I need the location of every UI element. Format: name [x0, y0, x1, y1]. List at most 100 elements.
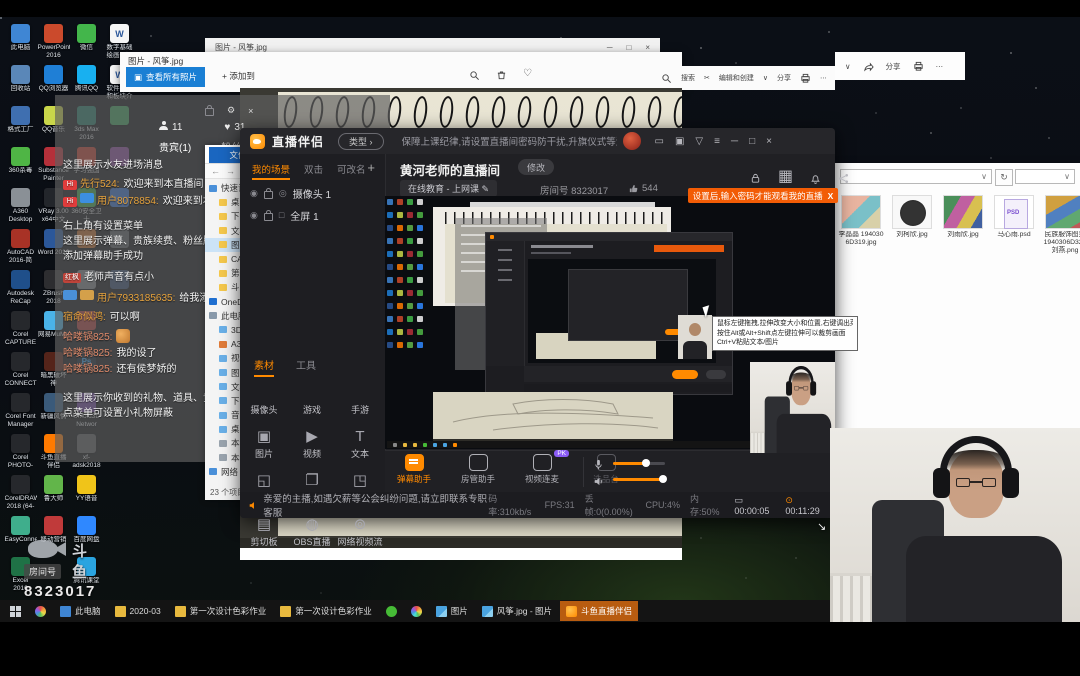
panel-tab[interactable]: 工具: [296, 357, 316, 377]
taskbar-item[interactable]: [380, 601, 403, 621]
scene-tab[interactable]: 可改名: [337, 162, 366, 180]
add-to-button[interactable]: + 添加到: [222, 70, 255, 82]
gear-icon[interactable]: ⚙: [227, 105, 235, 116]
avatar[interactable]: [623, 132, 641, 150]
type-button[interactable]: 类型 ›: [338, 133, 384, 150]
mic-volume-slider[interactable]: [613, 462, 665, 465]
address-bar[interactable]: ∨: [840, 169, 992, 184]
chevron-down-icon[interactable]: ∨: [1064, 172, 1070, 181]
maximize-icon[interactable]: □: [626, 43, 631, 52]
edit-create-button[interactable]: 编辑和创建: [719, 73, 754, 83]
view-all-photos-button[interactable]: ▣查看所有照片: [126, 67, 205, 87]
share-icon[interactable]: [838, 171, 849, 182]
share-arrow-icon[interactable]: [863, 61, 874, 72]
desktop-icon[interactable]: 鲁大师: [37, 475, 70, 516]
desktop-icon[interactable]: CorelDRAW 2018 (64-: [4, 475, 37, 516]
webcam-preview-small[interactable]: [750, 362, 835, 453]
desktop-icon[interactable]: Corel CAPTURE: [4, 311, 37, 352]
edit-room-button[interactable]: 修改: [518, 159, 554, 175]
taskbar-item[interactable]: 此电脑: [54, 601, 107, 621]
desktop-icon[interactable]: Corel Font Manager: [4, 393, 37, 434]
lock-icon[interactable]: [205, 108, 214, 116]
close-icon[interactable]: ×: [766, 136, 772, 147]
lock-icon[interactable]: [264, 213, 273, 221]
desktop-icon[interactable]: A360 Desktop: [4, 188, 37, 229]
screen-icon[interactable]: ▭: [655, 136, 664, 147]
scene-tab[interactable]: 我的场景: [252, 162, 290, 180]
bell-icon[interactable]: [810, 171, 821, 182]
scene-item[interactable]: ◉□全屏 1: [240, 204, 385, 226]
back-icon[interactable]: ←: [211, 166, 220, 176]
source-game-source[interactable]: 游戏: [303, 376, 321, 416]
menu-icon[interactable]: ≡: [714, 136, 720, 147]
admin-assistant[interactable]: 房管助手: [457, 454, 499, 485]
desktop-icon[interactable]: AutoCAD 2016-简: [4, 229, 37, 270]
chevron-down-icon[interactable]: ∨: [845, 62, 851, 71]
taskbar-item[interactable]: 第一次设计色彩作业: [274, 601, 378, 621]
source-mobile-game-source[interactable]: 手游: [351, 376, 369, 416]
search-icon[interactable]: [661, 73, 672, 84]
file-item[interactable]: 李晶晶 1940306D319.jpg: [839, 195, 883, 256]
desktop-icon[interactable]: Autodesk ReCap 2016: [4, 270, 37, 311]
taskbar-item[interactable]: [29, 601, 52, 621]
close-icon[interactable]: ×: [248, 106, 253, 116]
layout-icon[interactable]: ▦: [778, 166, 793, 186]
chat-tab[interactable]: 贵宾(1): [159, 139, 191, 154]
lock-icon[interactable]: [750, 171, 761, 182]
more-icon[interactable]: ⋯: [936, 62, 944, 71]
source-camera-source[interactable]: 摄像头: [250, 376, 277, 416]
taskbar-item[interactable]: 图片: [430, 601, 474, 621]
search-label[interactable]: 搜索: [681, 73, 695, 83]
file-item[interactable]: 刘柯欣.jpg: [890, 195, 934, 256]
danmu-assistant[interactable]: 弹幕助手: [393, 454, 435, 485]
refresh-icon[interactable]: ↻: [995, 169, 1013, 186]
maximize-icon[interactable]: □: [749, 136, 755, 147]
lock-icon[interactable]: [264, 191, 273, 199]
desktop-icon[interactable]: Corel CONNECT: [4, 352, 37, 393]
add-scene-button[interactable]: +: [367, 160, 375, 175]
file-item[interactable]: 马心雨.psd: [992, 195, 1036, 256]
taskbar-item[interactable]: 2020-03: [109, 601, 167, 621]
minimize-icon[interactable]: ─: [731, 136, 738, 147]
visibility-eye-icon[interactable]: ◉: [250, 188, 258, 199]
taskbar-item[interactable]: 风筝.jpg - 图片: [476, 601, 558, 621]
panel-tab[interactable]: 素材: [254, 357, 274, 377]
close-icon[interactable]: ×: [645, 43, 650, 52]
minimize-icon[interactable]: ─: [607, 43, 613, 52]
desktop-icon[interactable]: 360杀毒: [4, 147, 37, 188]
taskbar-item[interactable]: 斗鱼直播伴侣: [560, 601, 638, 621]
zoom-icon[interactable]: [469, 68, 480, 79]
search-box[interactable]: ∨: [1015, 169, 1075, 184]
source-video-source[interactable]: ▶视频: [303, 420, 321, 460]
scene-item[interactable]: ◉◎摄像头 1: [240, 182, 385, 204]
chevron-down-icon[interactable]: ∨: [763, 74, 768, 82]
start-button[interactable]: [4, 601, 27, 621]
taskbar-item[interactable]: [405, 601, 428, 621]
taskbar-item[interactable]: 第一次设计色彩作业: [169, 601, 273, 621]
visibility-eye-icon[interactable]: ◉: [250, 210, 258, 221]
chevron-down-icon[interactable]: ∨: [981, 172, 987, 181]
desktop-icon[interactable]: 回收站: [4, 65, 37, 106]
desktop-icon[interactable]: 微信: [70, 24, 103, 65]
room-category-chip[interactable]: 在线教育 - 上网课 ✎: [400, 180, 497, 197]
tip-close-icon[interactable]: X: [828, 191, 834, 201]
desktop-icon[interactable]: 此电脑: [4, 24, 37, 65]
speaker-icon[interactable]: [593, 474, 604, 485]
more-icon[interactable]: ⋯: [820, 74, 827, 82]
video-pk[interactable]: 视频连麦PK: [521, 454, 563, 485]
share-label[interactable]: 分享: [886, 61, 901, 72]
desktop-icon[interactable]: YY语音: [70, 475, 103, 516]
scene-tab[interactable]: 双击: [304, 162, 323, 180]
forward-icon[interactable]: →: [226, 166, 235, 176]
desktop-icon[interactable]: PowerPoint 2016: [37, 24, 70, 65]
speaker-volume-slider[interactable]: [613, 478, 665, 481]
print-icon[interactable]: [913, 61, 924, 72]
panels-icon[interactable]: ▣: [675, 136, 684, 147]
source-text-source[interactable]: T文本: [351, 420, 369, 460]
mic-icon[interactable]: [593, 457, 604, 468]
share-button[interactable]: 分享: [777, 73, 791, 83]
source-image-source[interactable]: ▣图片: [255, 420, 273, 460]
print-icon[interactable]: [800, 73, 811, 84]
file-item[interactable]: 刘雨欣.jpg: [941, 195, 985, 256]
file-item[interactable]: 民族服饰图案 1940306D321 刘燕.png: [1043, 195, 1080, 256]
